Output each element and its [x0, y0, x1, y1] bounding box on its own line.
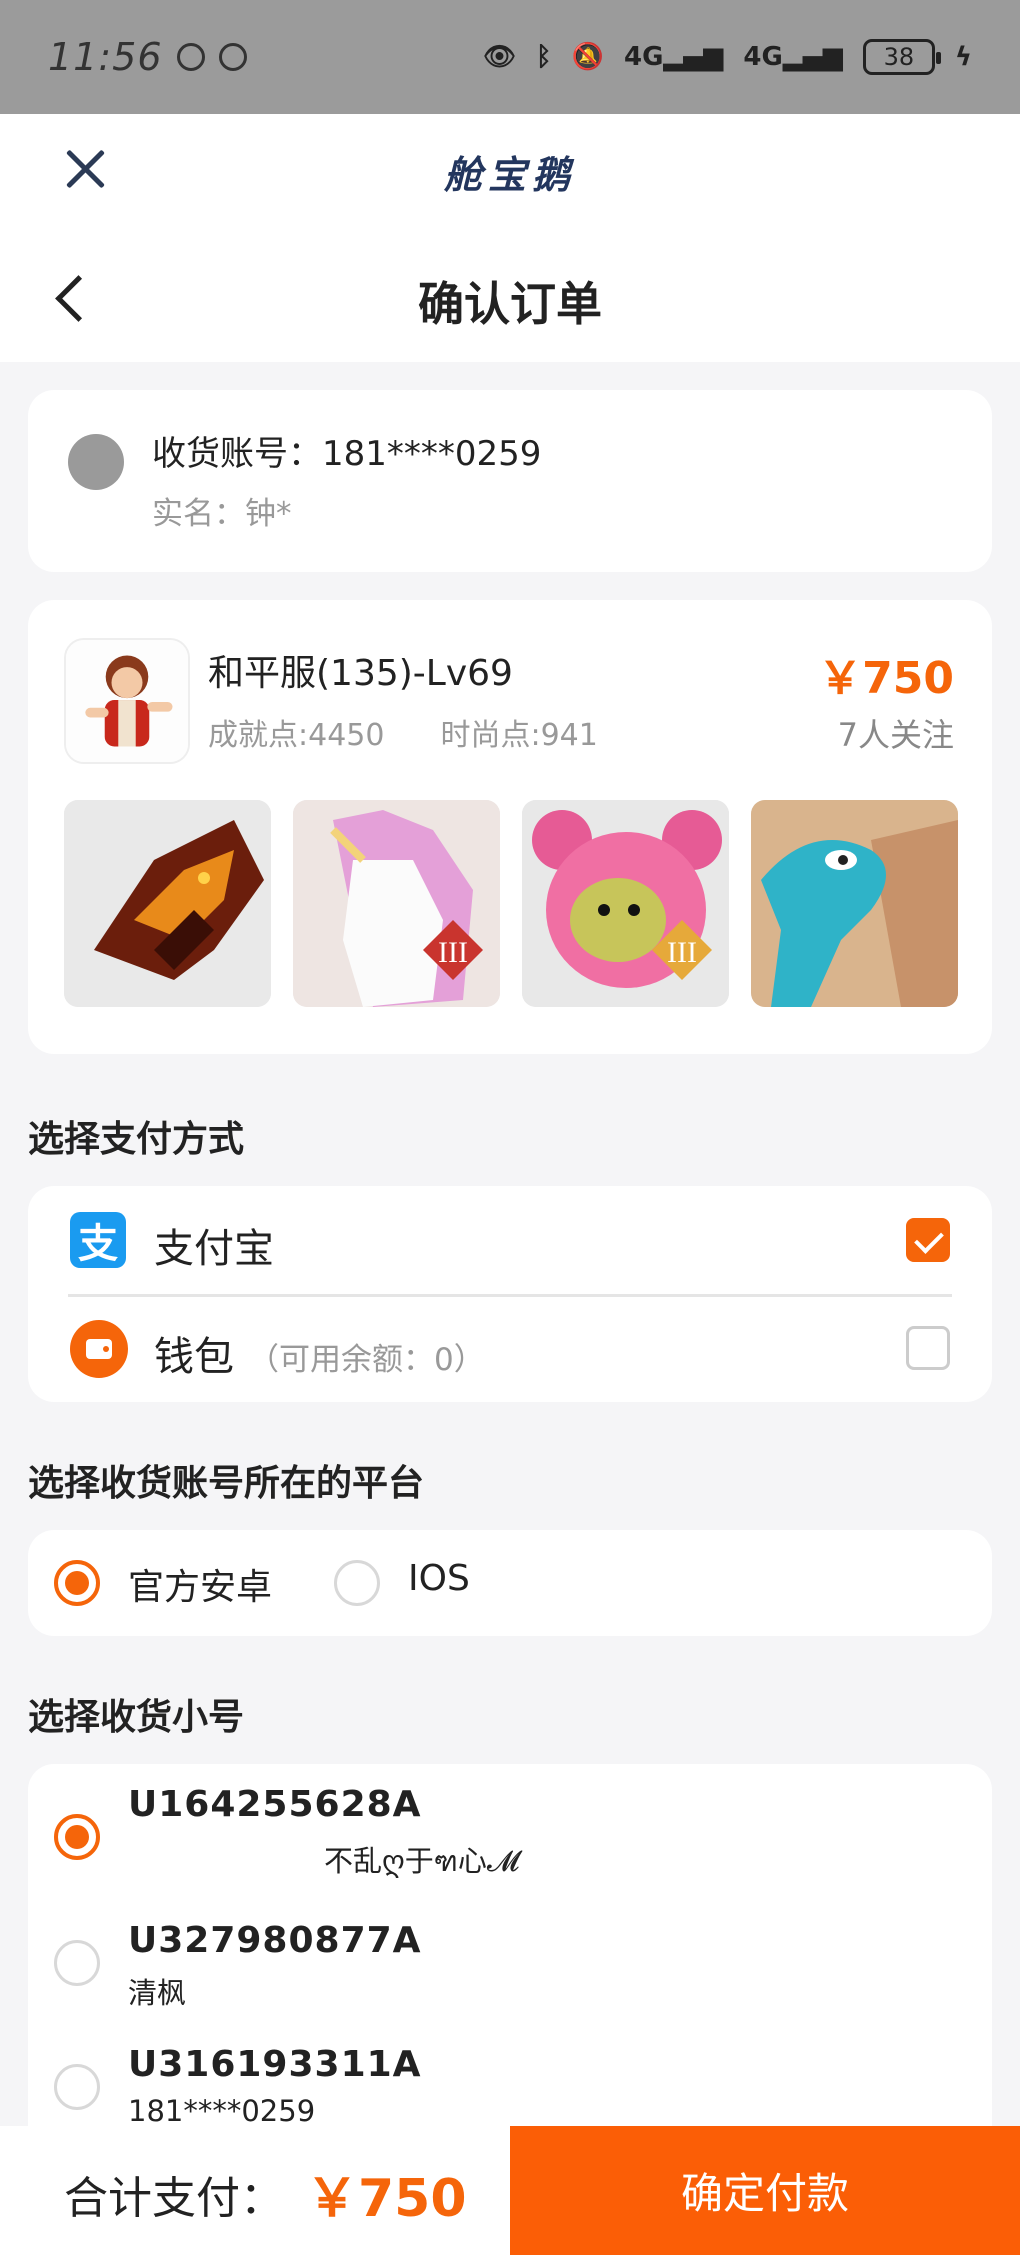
notification-icons [176, 43, 247, 71]
total-label: 合计支付： [64, 2173, 284, 2224]
total-value: ￥750 [306, 2169, 467, 2229]
item-thumbnail[interactable]: III [293, 800, 500, 1007]
goods-stats: 成就点:4450 时尚点:941 [208, 710, 598, 754]
goods-price: ￥750 [818, 653, 954, 704]
charging-icon: ϟ [954, 42, 972, 72]
app-notification-icon [218, 43, 247, 71]
account-name: 181****0259 [128, 2094, 316, 2128]
item-thumbnails: III III [64, 800, 958, 1007]
accounts-card: U164255628A 不乱ღ于ฑ心𝓜 U327980877A 清枫 U3161… [28, 1764, 992, 2164]
item-thumbnail[interactable] [64, 800, 271, 1007]
brand-logo: 舱宝鹅 [443, 152, 576, 197]
character-image [66, 640, 188, 762]
svg-text:III: III [438, 936, 468, 969]
real-name: 实名：钟* [152, 496, 292, 532]
item-thumbnail[interactable] [751, 800, 958, 1007]
nav-bar: 确认订单 [0, 234, 1020, 362]
page-title: 确认订单 [418, 277, 602, 331]
game-avatar [64, 638, 190, 764]
status-icons: 👁 ᛒ 🔕 4G▂▄▆ 4G▂▄▆ 38 ϟ [483, 39, 972, 75]
dragon-image [64, 800, 271, 1007]
alipay-label: 支付宝 [154, 1226, 274, 1272]
confirm-payment-button[interactable]: 确定付款 [510, 2126, 1020, 2255]
receive-account-card[interactable]: 收货账号：181****0259 实名：钟* [28, 390, 992, 572]
wallet-label: 钱包 [154, 1334, 234, 1380]
mute-icon: 🔕 [571, 42, 604, 72]
bear-image: III [522, 800, 729, 1007]
wallet-balance: （可用余额：0） [248, 1342, 485, 1378]
account-id: U327980877A [128, 1920, 422, 1961]
accounts-section-title: 选择收货小号 [28, 1697, 245, 1738]
checkout-footer: 合计支付： ￥750 确定付款 [0, 2126, 1020, 2255]
signal-4g-icon: 4G▂▄▆ [624, 42, 724, 72]
receive-account: 收货账号：181****0259 [152, 434, 542, 474]
platform-android-label[interactable]: 官方安卓 [128, 1558, 272, 1610]
account-name: 不乱ღ于ฑ心𝓜 [324, 1844, 520, 1878]
svg-text:III: III [667, 936, 697, 969]
fashion-points: 时尚点:941 [440, 718, 598, 753]
browser-bar: 舱宝鹅 [0, 114, 1020, 234]
alipay-icon: 支 [70, 1212, 126, 1268]
achievement-points: 成就点:4450 [208, 718, 385, 753]
unicorn-image: III [293, 800, 500, 1007]
signal-4g-icon: 4G▂▄▆ [743, 42, 843, 72]
status-bar: 11:56 👁 ᛒ 🔕 4G▂▄▆ 4G▂▄▆ 38 ϟ [0, 0, 1020, 114]
radio-android[interactable] [54, 1560, 100, 1606]
follower-count: 7人关注 [837, 716, 954, 754]
platform-ios-label[interactable]: IOS [408, 1558, 470, 1599]
account-id: U316193311A [128, 2044, 422, 2085]
wallet-icon [70, 1320, 128, 1378]
app-notification-icon [176, 43, 205, 71]
alipay-checkbox[interactable] [906, 1218, 950, 1262]
goods-title: 和平服(135)-Lv69 [208, 653, 513, 694]
account-radio[interactable] [54, 1814, 100, 1860]
goods-card[interactable]: 和平服(135)-Lv69 ￥750 成就点:4450 时尚点:941 7人关注… [28, 600, 992, 1054]
radio-ios[interactable] [334, 1560, 380, 1606]
wallet-label-group: 钱包 （可用余额：0） [154, 1324, 485, 1382]
account-radio[interactable] [54, 1940, 100, 1986]
payment-option-wallet[interactable]: 钱包 （可用余额：0） [28, 1294, 992, 1402]
bluetooth-icon: ᛒ [536, 42, 552, 72]
account-id: U164255628A [128, 1784, 422, 1825]
item-thumbnail[interactable]: III [522, 800, 729, 1007]
dinosaur-image [751, 800, 958, 1007]
eye-icon: 👁 [483, 42, 517, 72]
payment-option-alipay[interactable]: 支 支付宝 [28, 1186, 992, 1294]
platform-card: 官方安卓 IOS [28, 1530, 992, 1636]
avatar [68, 434, 124, 490]
payment-card: 支 支付宝 钱包 （可用余额：0） [28, 1186, 992, 1402]
platform-section-title: 选择收货账号所在的平台 [28, 1463, 425, 1504]
payment-section-title: 选择支付方式 [28, 1119, 245, 1160]
status-time: 11:56 [48, 35, 163, 79]
account-radio[interactable] [54, 2064, 100, 2110]
battery-icon: 38 [862, 39, 941, 75]
account-name: 清枫 [128, 1976, 187, 2010]
wallet-checkbox[interactable] [906, 1326, 950, 1370]
